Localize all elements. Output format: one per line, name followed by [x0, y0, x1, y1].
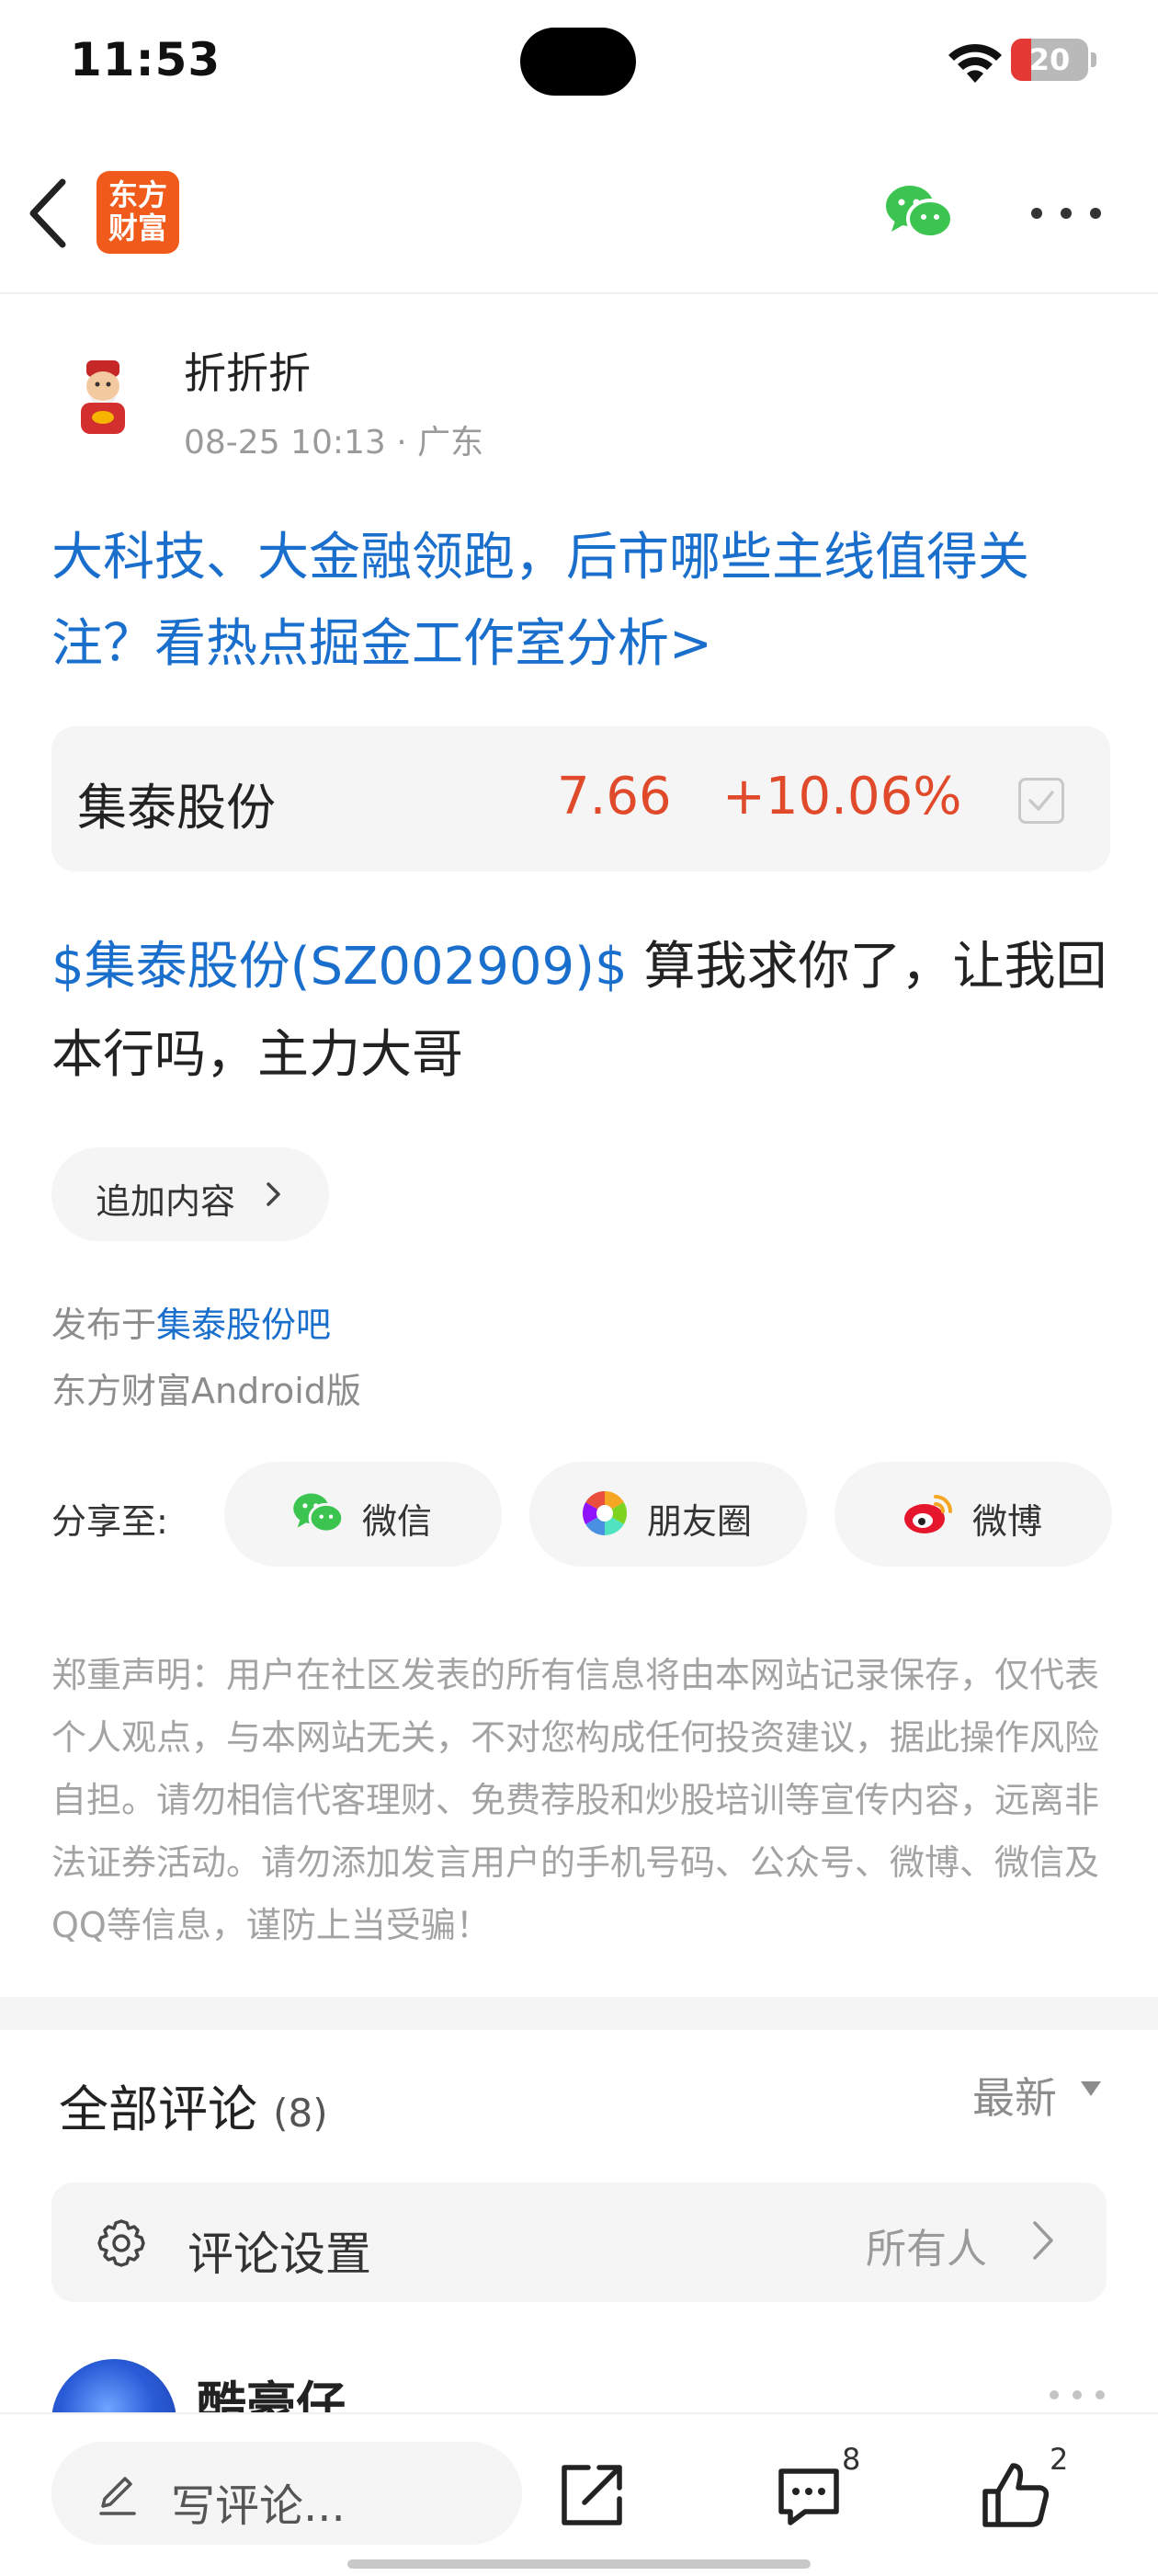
gear-icon — [97, 2219, 145, 2267]
comment-icon[interactable] — [774, 2464, 844, 2528]
wechat-icon — [293, 1493, 345, 1533]
logo-line-1: 东方 — [108, 177, 167, 212]
forum-link[interactable]: 集泰股份吧 — [156, 1305, 331, 1345]
home-indicator — [347, 2559, 811, 2569]
chevron-right-icon — [267, 1182, 280, 1206]
stock-tag-link[interactable]: $集泰股份(SZ002909)$ — [51, 937, 628, 997]
sort-dropdown[interactable]: 最新 — [972, 2065, 1057, 2126]
wifi-icon — [948, 43, 1002, 83]
add-watchlist-checkbox[interactable] — [1018, 778, 1064, 824]
author-avatar[interactable] — [59, 353, 147, 441]
bottom-action-bar: 写评论... 8 2 — [0, 2412, 1158, 2576]
comment-settings-label: 评论设置 — [187, 2228, 371, 2281]
post-body: $集泰股份(SZ002909)$ 算我求你了，让我回本行吗，主力大哥 — [51, 923, 1118, 1100]
comment-settings-value: 所有人 — [866, 2226, 987, 2273]
comment-count-badge: 8 — [842, 2442, 861, 2477]
nav-divider — [0, 292, 1158, 294]
write-comment-input[interactable]: 写评论... — [51, 2442, 522, 2545]
comments-title: 全部评论 (8) — [59, 2069, 328, 2141]
more-horizontal-icon[interactable] — [1048, 2388, 1107, 2401]
more-horizontal-icon[interactable] — [1029, 206, 1103, 221]
moments-icon — [582, 1491, 628, 1535]
like-count-badge: 2 — [1050, 2442, 1069, 2477]
chevron-right-icon — [1033, 2221, 1053, 2260]
weibo-icon — [904, 1495, 952, 1533]
status-time: 11:53 — [70, 33, 221, 86]
write-comment-placeholder: 写评论... — [171, 2480, 346, 2532]
battery-level: 20 — [1028, 42, 1071, 77]
comments-title-label: 全部评论 — [59, 2080, 257, 2138]
published-in: 发布于集泰股份吧 — [51, 1296, 331, 1347]
app-logo: 东方 财富 — [96, 171, 179, 254]
thumbs-up-icon[interactable] — [980, 2458, 1053, 2532]
battery-icon: 20 — [1011, 39, 1088, 81]
stock-card[interactable]: 集泰股份 7.66 +10.06% — [51, 726, 1110, 872]
battery-tip — [1091, 52, 1096, 67]
check-icon — [1028, 791, 1054, 811]
share-wechat-button[interactable]: 微信 — [224, 1462, 502, 1567]
disclaimer: 郑重声明：用户在社区发表的所有信息将由本网站记录保存，仅代表个人观点，与本网站无… — [51, 1655, 1100, 1945]
comment-settings-row[interactable]: 评论设置 所有人 — [51, 2183, 1107, 2302]
stock-price: 7.66 — [557, 767, 672, 826]
logo-line-2: 财富 — [108, 211, 167, 245]
published-prefix: 发布于 — [51, 1305, 157, 1345]
dynamic-island — [520, 28, 636, 96]
share-wechat-label: 微信 — [362, 1501, 433, 1542]
share-icon[interactable] — [557, 2460, 627, 2530]
pencil-icon — [99, 2477, 136, 2515]
stock-name: 集泰股份 — [77, 779, 276, 837]
post-meta: 08-25 10:13 · 广东 — [184, 424, 484, 462]
author-name[interactable]: 折折折 — [184, 340, 311, 401]
promo-link[interactable]: 大科技、大金融领跑，后市哪些主线值得关注？看热点掘金工作室分析> — [51, 515, 1118, 688]
stock-change: +10.06% — [722, 767, 962, 826]
share-weibo-button[interactable]: 微博 — [834, 1462, 1112, 1567]
share-moments-button[interactable]: 朋友圈 — [529, 1462, 807, 1567]
caret-down-icon[interactable] — [1079, 2080, 1103, 2098]
append-content-button[interactable]: 追加内容 — [51, 1147, 329, 1241]
wechat-icon[interactable] — [882, 180, 956, 245]
share-label: 分享至: — [51, 1501, 168, 1542]
client-info: 东方财富Android版 — [51, 1371, 361, 1411]
append-content-label: 追加内容 — [96, 1181, 236, 1222]
comments-count: (8) — [273, 2091, 328, 2136]
chevron-left-icon[interactable] — [26, 175, 77, 252]
share-weibo-label: 微博 — [972, 1501, 1043, 1542]
section-divider — [0, 1997, 1158, 2030]
share-moments-label: 朋友圈 — [647, 1501, 753, 1542]
